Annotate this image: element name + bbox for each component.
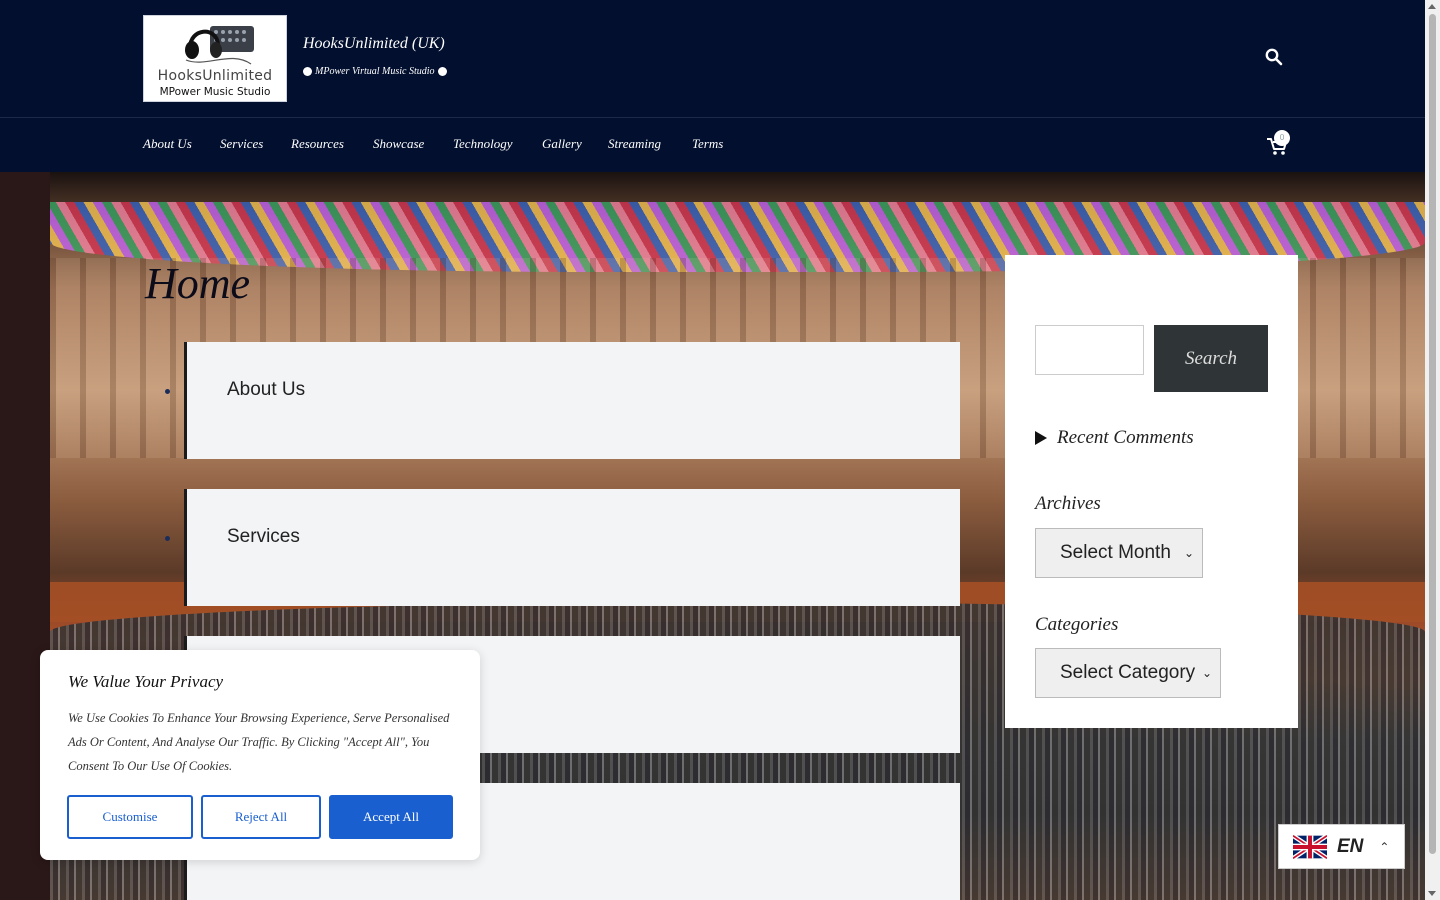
site-logo[interactable]: HooksUnlimited MPower Music Studio bbox=[143, 15, 287, 102]
categories-select[interactable]: Select Category ⌄ bbox=[1035, 648, 1221, 698]
archives-heading: Archives bbox=[1035, 493, 1101, 514]
cookie-title: We Value Your Privacy bbox=[68, 672, 224, 691]
language-switcher[interactable]: EN ⌃ bbox=[1278, 824, 1405, 869]
card-label: About Us bbox=[227, 379, 306, 400]
page-card-services[interactable]: Services bbox=[184, 489, 960, 606]
cookie-text: We Use Cookies To Enhance Your Browsing … bbox=[68, 711, 450, 773]
categories-select-value: Select Category bbox=[1060, 662, 1196, 683]
scroll-down-arrow-icon[interactable] bbox=[1428, 891, 1436, 896]
reject-all-button[interactable]: Reject All bbox=[201, 795, 321, 839]
archives-select-value: Select Month bbox=[1060, 542, 1171, 563]
categories-heading: Categories bbox=[1035, 614, 1119, 635]
nav-item-resources[interactable]: Resources bbox=[291, 136, 344, 152]
search-icon[interactable] bbox=[1264, 47, 1284, 67]
nav-item-technology[interactable]: Technology bbox=[453, 136, 512, 152]
tagline-text: MPower Virtual Music Studio bbox=[315, 66, 435, 77]
sidebar-search-button[interactable]: Search bbox=[1154, 325, 1268, 392]
list-bullet bbox=[165, 536, 170, 541]
uk-flag-icon bbox=[1293, 833, 1327, 860]
circle-icon bbox=[303, 67, 312, 76]
site-tagline: MPower Virtual Music Studio bbox=[303, 66, 447, 77]
cookie-consent-banner: We Value Your Privacy We Use Cookies To … bbox=[40, 650, 480, 860]
logo-line1: HooksUnlimited bbox=[157, 68, 273, 84]
nav-item-services[interactable]: Services bbox=[220, 136, 263, 152]
headphones-mixer-icon bbox=[185, 26, 254, 65]
page-scrollbar[interactable] bbox=[1425, 0, 1440, 900]
chevron-down-icon: ⌄ bbox=[1201, 666, 1212, 680]
circle-icon bbox=[437, 67, 447, 76]
recent-comments-label: Recent Comments bbox=[1057, 427, 1194, 448]
disclosure-triangle-icon bbox=[1035, 431, 1047, 445]
site-title[interactable]: HooksUnlimited (UK) bbox=[303, 35, 445, 53]
language-code: EN bbox=[1337, 835, 1364, 857]
list-bullet bbox=[165, 389, 170, 394]
sidebar-search-input[interactable] bbox=[1035, 325, 1144, 375]
customise-button[interactable]: Customise bbox=[67, 795, 193, 839]
site-header: HooksUnlimited MPower Music Studio Hooks… bbox=[0, 0, 1425, 117]
page-card-about-us[interactable]: About Us bbox=[184, 342, 960, 459]
nav-item-terms[interactable]: Terms bbox=[692, 136, 723, 152]
card-label: Services bbox=[227, 526, 300, 547]
nav-item-gallery[interactable]: Gallery bbox=[542, 136, 582, 152]
main-navigation: About Us Services Resources Showcase Tec… bbox=[0, 117, 1425, 172]
chevron-up-icon: ⌃ bbox=[1379, 839, 1390, 854]
scrollbar-thumb[interactable] bbox=[1429, 14, 1436, 854]
logo-line2: MPower Music Studio bbox=[159, 86, 271, 98]
sidebar: Search Recent Comments Archives Select M… bbox=[1005, 255, 1298, 728]
accept-all-button[interactable]: Accept All bbox=[329, 795, 453, 839]
page-title: Home bbox=[145, 259, 251, 308]
nav-item-about-us[interactable]: About Us bbox=[143, 136, 192, 152]
nav-item-showcase[interactable]: Showcase bbox=[373, 136, 424, 152]
scroll-up-arrow-icon[interactable] bbox=[1428, 4, 1436, 9]
archives-select[interactable]: Select Month ⌄ bbox=[1035, 528, 1203, 578]
chevron-down-icon: ⌄ bbox=[1183, 546, 1194, 560]
nav-item-streaming[interactable]: Streaming bbox=[608, 136, 661, 152]
cart-count-badge: 0 bbox=[1274, 130, 1290, 146]
recent-comments-toggle[interactable]: Recent Comments bbox=[1035, 427, 1194, 449]
